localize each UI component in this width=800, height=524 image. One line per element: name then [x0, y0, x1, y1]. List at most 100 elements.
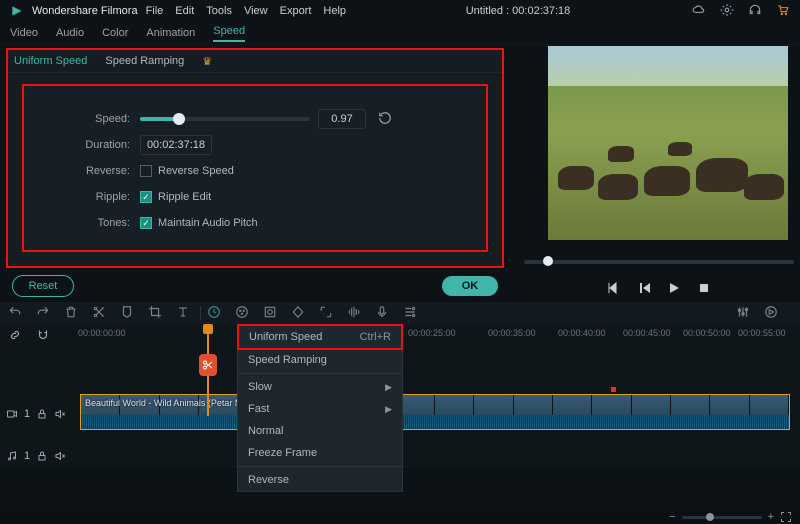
audio-track-header: 1 — [6, 446, 72, 466]
cloud-icon[interactable] — [692, 3, 706, 20]
reset-button[interactable]: Reset — [12, 275, 74, 297]
ripple-check-label: Ripple Edit — [158, 191, 211, 203]
tab-color[interactable]: Color — [102, 27, 128, 39]
ctx-speed-ramping[interactable]: Speed Ramping — [238, 349, 402, 371]
project-title: Untitled : 00:02:37:18 — [358, 5, 678, 17]
prev-frame-icon[interactable] — [608, 282, 620, 294]
ruler-tick: 00:00:35:00 — [488, 328, 536, 338]
ruler-tick: 00:00:40:00 — [558, 328, 606, 338]
property-tabs: Video Audio Color Animation Speed — [0, 22, 800, 45]
ruler-tick: 00:00:25:00 — [408, 328, 456, 338]
brand-name: Wondershare Filmora — [32, 5, 138, 17]
ctx-shortcut: Ctrl+R — [360, 331, 391, 343]
mixer-icon[interactable] — [736, 305, 750, 322]
split-icon[interactable] — [92, 305, 106, 322]
zoom-control: − + — [669, 511, 792, 523]
ctx-freeze-frame[interactable]: Freeze Frame — [238, 442, 402, 464]
tab-video[interactable]: Video — [10, 27, 38, 39]
cart-icon[interactable] — [776, 3, 790, 20]
menu-file[interactable]: File — [146, 5, 164, 17]
ruler-tick: 00:00:00:00 — [78, 328, 126, 338]
menu-help[interactable]: Help — [323, 5, 346, 17]
menu-export[interactable]: Export — [280, 5, 312, 17]
mute-icon[interactable] — [54, 408, 66, 420]
chevron-right-icon: ▶ — [385, 404, 392, 415]
speed-panel: Uniform Speed Speed Ramping ♛ Speed: 0.9… — [6, 48, 504, 268]
undo-icon[interactable] — [8, 305, 22, 322]
ctx-fast[interactable]: Fast▶ — [238, 398, 402, 420]
premium-crown-icon: ♛ — [202, 55, 212, 68]
menu-tools[interactable]: Tools — [206, 5, 232, 17]
ruler-tick: 00:00:50:00 — [683, 328, 731, 338]
zoom-slider[interactable] — [682, 516, 762, 519]
timeline-marker[interactable] — [611, 387, 616, 392]
reverse-checkbox[interactable] — [140, 165, 152, 177]
preview-viewport — [548, 46, 788, 240]
expand-tool-icon[interactable] — [319, 305, 333, 322]
lock-icon[interactable] — [36, 450, 48, 462]
video-track-number: 1 — [24, 408, 30, 420]
stop-icon[interactable] — [698, 282, 710, 294]
panel-buttons: Reset OK — [6, 274, 504, 298]
delete-icon[interactable] — [64, 305, 78, 322]
tones-label: Tones: — [34, 217, 140, 229]
crop-icon[interactable] — [148, 305, 162, 322]
play-back-icon[interactable] — [638, 282, 650, 294]
menubar: Wondershare Filmora File Edit Tools View… — [0, 0, 800, 22]
tones-checkbox[interactable]: ✓ — [140, 217, 152, 229]
chevron-right-icon: ▶ — [385, 382, 392, 393]
voiceover-icon[interactable] — [375, 305, 389, 322]
speed-subtabs: Uniform Speed Speed Ramping ♛ — [8, 50, 502, 73]
duration-value-input[interactable]: 00:02:37:18 — [140, 135, 212, 155]
speed-tool-icon[interactable] — [207, 305, 221, 322]
ctx-slow[interactable]: Slow▶ — [238, 376, 402, 398]
video-track-icon — [6, 408, 18, 420]
headphones-icon[interactable] — [748, 3, 762, 20]
text-icon[interactable] — [176, 305, 190, 322]
video-clip[interactable]: Beautiful World - Wild Animals (Petar Mi… — [80, 394, 790, 430]
tab-animation[interactable]: Animation — [146, 27, 195, 39]
reverse-check-label: Reverse Speed — [158, 165, 234, 177]
scissors-handle-icon[interactable] — [199, 354, 217, 376]
tones-check-label: Maintain Audio Pitch — [158, 217, 258, 229]
ctx-normal[interactable]: Normal — [238, 420, 402, 442]
keyframe-tool-icon[interactable] — [291, 305, 305, 322]
ctx-uniform-speed[interactable]: Uniform SpeedCtrl+R — [237, 324, 403, 350]
link-icon[interactable] — [8, 328, 22, 345]
greenscreen-icon[interactable] — [263, 305, 277, 322]
clip-label: Beautiful World - Wild Animals (Petar Mi… — [85, 398, 249, 408]
speed-slider[interactable] — [140, 117, 310, 121]
zoom-out-icon[interactable]: − — [669, 511, 675, 523]
zoom-fit-icon[interactable] — [780, 511, 792, 523]
tab-audio[interactable]: Audio — [56, 27, 84, 39]
duration-label: Duration: — [34, 139, 140, 151]
speed-value-input[interactable]: 0.97 — [318, 109, 366, 129]
subtab-uniform-speed[interactable]: Uniform Speed — [14, 55, 87, 67]
render-icon[interactable] — [764, 305, 778, 322]
zoom-in-icon[interactable]: + — [768, 511, 774, 523]
menu-edit[interactable]: Edit — [175, 5, 194, 17]
magnet-icon[interactable] — [36, 328, 50, 345]
marker-add-icon[interactable] — [120, 305, 134, 322]
color-tool-icon[interactable] — [235, 305, 249, 322]
settings-gear-icon[interactable] — [720, 3, 734, 20]
redo-icon[interactable] — [36, 305, 50, 322]
ctx-reverse[interactable]: Reverse — [238, 469, 402, 491]
preview-progress-slider[interactable] — [524, 260, 794, 264]
preview-controls — [524, 278, 794, 298]
video-track-header: 1 — [6, 400, 72, 428]
lock-icon[interactable] — [36, 408, 48, 420]
tab-speed[interactable]: Speed — [213, 25, 245, 42]
ripple-label: Ripple: — [34, 191, 140, 203]
mute-icon[interactable] — [54, 450, 66, 462]
menu-view[interactable]: View — [244, 5, 268, 17]
speed-panel-inner: Speed: 0.97 Duration: 00:02:37:18 Revers… — [22, 84, 488, 252]
speed-reset-icon[interactable] — [378, 111, 392, 128]
bottom-scrollbar[interactable]: − + — [0, 510, 800, 524]
ok-button[interactable]: OK — [442, 276, 498, 296]
track-options-icon[interactable] — [403, 305, 417, 322]
ripple-checkbox[interactable]: ✓ — [140, 191, 152, 203]
audio-tool-icon[interactable] — [347, 305, 361, 322]
play-icon[interactable] — [668, 282, 680, 294]
subtab-speed-ramping[interactable]: Speed Ramping — [105, 55, 184, 67]
